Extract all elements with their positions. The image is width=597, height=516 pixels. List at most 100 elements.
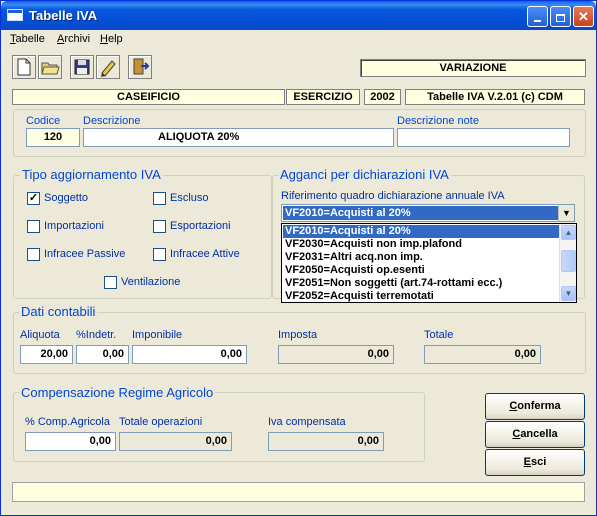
esportazioni-checkbox[interactable] bbox=[153, 220, 166, 233]
menu-archivi-label: rchivi bbox=[64, 33, 91, 45]
descrizione-field[interactable]: ALIQUOTA 20% bbox=[83, 128, 394, 147]
list-item[interactable]: VF2010=Acquisti al 20% bbox=[283, 225, 559, 238]
codice-field[interactable]: 120 bbox=[26, 128, 80, 147]
comp-agricola-field[interactable]: 0,00 bbox=[25, 432, 116, 451]
exit-door-icon bbox=[133, 58, 150, 75]
descrizione-note-label: Descrizione note bbox=[397, 115, 479, 127]
checkmark-icon: ✓ bbox=[28, 192, 39, 204]
exit-button[interactable] bbox=[128, 55, 152, 79]
open-button[interactable] bbox=[38, 55, 62, 79]
comp-agricola-label: % Comp.Agricola bbox=[25, 416, 110, 428]
infracee-passive-checkbox[interactable] bbox=[27, 248, 40, 261]
maximize-icon bbox=[556, 13, 565, 22]
menu-help[interactable]: Help bbox=[100, 33, 123, 45]
iva-compensata-label: Iva compensata bbox=[268, 416, 346, 428]
list-item[interactable]: VF2030=Acquisti non imp.plafond bbox=[283, 238, 559, 251]
totale-operazioni-field: 0,00 bbox=[119, 432, 232, 451]
infracee-attive-checkbox[interactable] bbox=[153, 248, 166, 261]
dati-group bbox=[13, 312, 586, 374]
close-button[interactable]: ✕ bbox=[573, 6, 594, 27]
compensazione-title: Compensazione Regime Agricolo bbox=[19, 385, 216, 400]
descrizione-note-field[interactable] bbox=[397, 128, 570, 147]
escluso-label[interactable]: Escluso bbox=[170, 192, 209, 204]
conferma-button[interactable]: Conferma bbox=[485, 393, 585, 420]
close-icon: ✕ bbox=[578, 9, 589, 24]
indetr-field[interactable]: 0,00 bbox=[76, 345, 129, 364]
scroll-up-button[interactable]: ▲ bbox=[561, 225, 576, 240]
infracee-passive-label[interactable]: Infracee Passive bbox=[44, 248, 125, 260]
indetr-label: %Indetr. bbox=[76, 329, 117, 341]
list-item[interactable]: VF2052=Acquisti terremotati bbox=[283, 290, 559, 302]
escluso-checkbox[interactable] bbox=[153, 192, 166, 205]
tipo-title: Tipo aggiornamento IVA bbox=[20, 167, 163, 182]
esercizio-value: 2002 bbox=[364, 89, 401, 105]
version-info: Tabelle IVA V.2.01 (c) CDM bbox=[405, 89, 585, 105]
status-bar bbox=[12, 482, 585, 502]
esportazioni-label[interactable]: Esportazioni bbox=[170, 220, 231, 232]
importazioni-label[interactable]: Importazioni bbox=[44, 220, 104, 232]
minimize-button[interactable] bbox=[527, 6, 548, 27]
infracee-attive-label[interactable]: Infracee Attive bbox=[170, 248, 240, 260]
title-bar[interactable]: Tabelle IVA ✕ bbox=[1, 1, 596, 30]
imponibile-field[interactable]: 0,00 bbox=[132, 345, 247, 364]
agganci-subtitle: Riferimento quadro dichiarazione annuale… bbox=[281, 190, 505, 202]
esci-label: sci bbox=[531, 456, 547, 468]
cancella-button[interactable]: Cancella bbox=[485, 421, 585, 448]
esci-key: E bbox=[523, 456, 532, 468]
list-item[interactable]: VF2031=Altri acq.non imp. bbox=[283, 251, 559, 264]
imposta-label: Imposta bbox=[278, 329, 318, 341]
esercizio-label: ESERCIZIO bbox=[286, 89, 360, 105]
window-title: Tabelle IVA bbox=[29, 8, 98, 23]
descrizione-label: Descrizione bbox=[83, 115, 141, 127]
menu-tabelle-label: abelle bbox=[15, 33, 45, 45]
chevron-up-icon: ▲ bbox=[564, 228, 573, 237]
menu-help-label: elp bbox=[107, 33, 123, 45]
chevron-down-icon: ▼ bbox=[562, 208, 571, 218]
minimize-icon bbox=[534, 19, 541, 22]
company-name: CASEIFICIO bbox=[12, 89, 285, 105]
list-item[interactable]: VF2051=Non soggetti (art.74-rottami ecc.… bbox=[283, 277, 559, 290]
aliquota-field[interactable]: 20,00 bbox=[20, 345, 73, 364]
soggetto-checkbox[interactable]: ✓ bbox=[27, 192, 40, 205]
edit-button[interactable] bbox=[96, 55, 120, 79]
quadro-dropdown[interactable]: VF2010=Acquisti al 20% ▼ bbox=[281, 204, 575, 222]
ventilazione-label[interactable]: Ventilazione bbox=[121, 276, 180, 288]
open-folder-icon bbox=[41, 62, 60, 75]
menu-help-key: H bbox=[100, 33, 108, 45]
new-button[interactable] bbox=[12, 55, 36, 79]
edit-pencil-icon bbox=[101, 60, 116, 77]
imposta-field: 0,00 bbox=[278, 345, 394, 364]
imponibile-label: Imponibile bbox=[132, 329, 183, 341]
new-document-icon bbox=[17, 58, 31, 76]
codice-label: Codice bbox=[26, 115, 61, 127]
save-icon bbox=[74, 59, 90, 75]
maximize-button[interactable] bbox=[550, 6, 571, 27]
menu-tabelle[interactable]: Tabelle bbox=[10, 33, 45, 45]
conferma-label: onferma bbox=[517, 400, 561, 412]
window-icon bbox=[7, 9, 23, 21]
dati-title: Dati contabili bbox=[19, 304, 98, 319]
scroll-thumb[interactable] bbox=[561, 250, 576, 272]
quadro-dropdown-list: VF2010=Acquisti al 20% VF2030=Acquisti n… bbox=[281, 223, 577, 303]
tabelle-iva-window: Tabelle IVA ✕ Tabelle Archivi Help VARIA… bbox=[0, 0, 597, 516]
scroll-down-button[interactable]: ▼ bbox=[561, 286, 576, 301]
chevron-down-icon: ▼ bbox=[564, 289, 573, 298]
totale-field: 0,00 bbox=[424, 345, 541, 364]
mode-indicator: VARIAZIONE bbox=[360, 59, 586, 77]
menu-archivi[interactable]: Archivi bbox=[57, 33, 90, 45]
esci-button[interactable]: Esci bbox=[485, 449, 585, 476]
list-scrollbar[interactable]: ▲ ▼ bbox=[559, 224, 576, 302]
list-item[interactable]: VF2050=Acquisti op.esenti bbox=[283, 264, 559, 277]
soggetto-label[interactable]: Soggetto bbox=[44, 192, 88, 204]
aliquota-label: Aliquota bbox=[20, 329, 60, 341]
dropdown-arrow-button[interactable]: ▼ bbox=[558, 205, 574, 221]
cancella-label: ancella bbox=[520, 428, 558, 440]
importazioni-checkbox[interactable] bbox=[27, 220, 40, 233]
totale-operazioni-label: Totale operazioni bbox=[119, 416, 203, 428]
menu-bar: Tabelle Archivi Help bbox=[2, 30, 596, 50]
agganci-title: Agganci per dichiarazioni IVA bbox=[278, 167, 451, 182]
save-button[interactable] bbox=[70, 55, 94, 79]
totale-label: Totale bbox=[424, 329, 454, 341]
iva-compensata-field: 0,00 bbox=[268, 432, 384, 451]
ventilazione-checkbox[interactable] bbox=[104, 276, 117, 289]
